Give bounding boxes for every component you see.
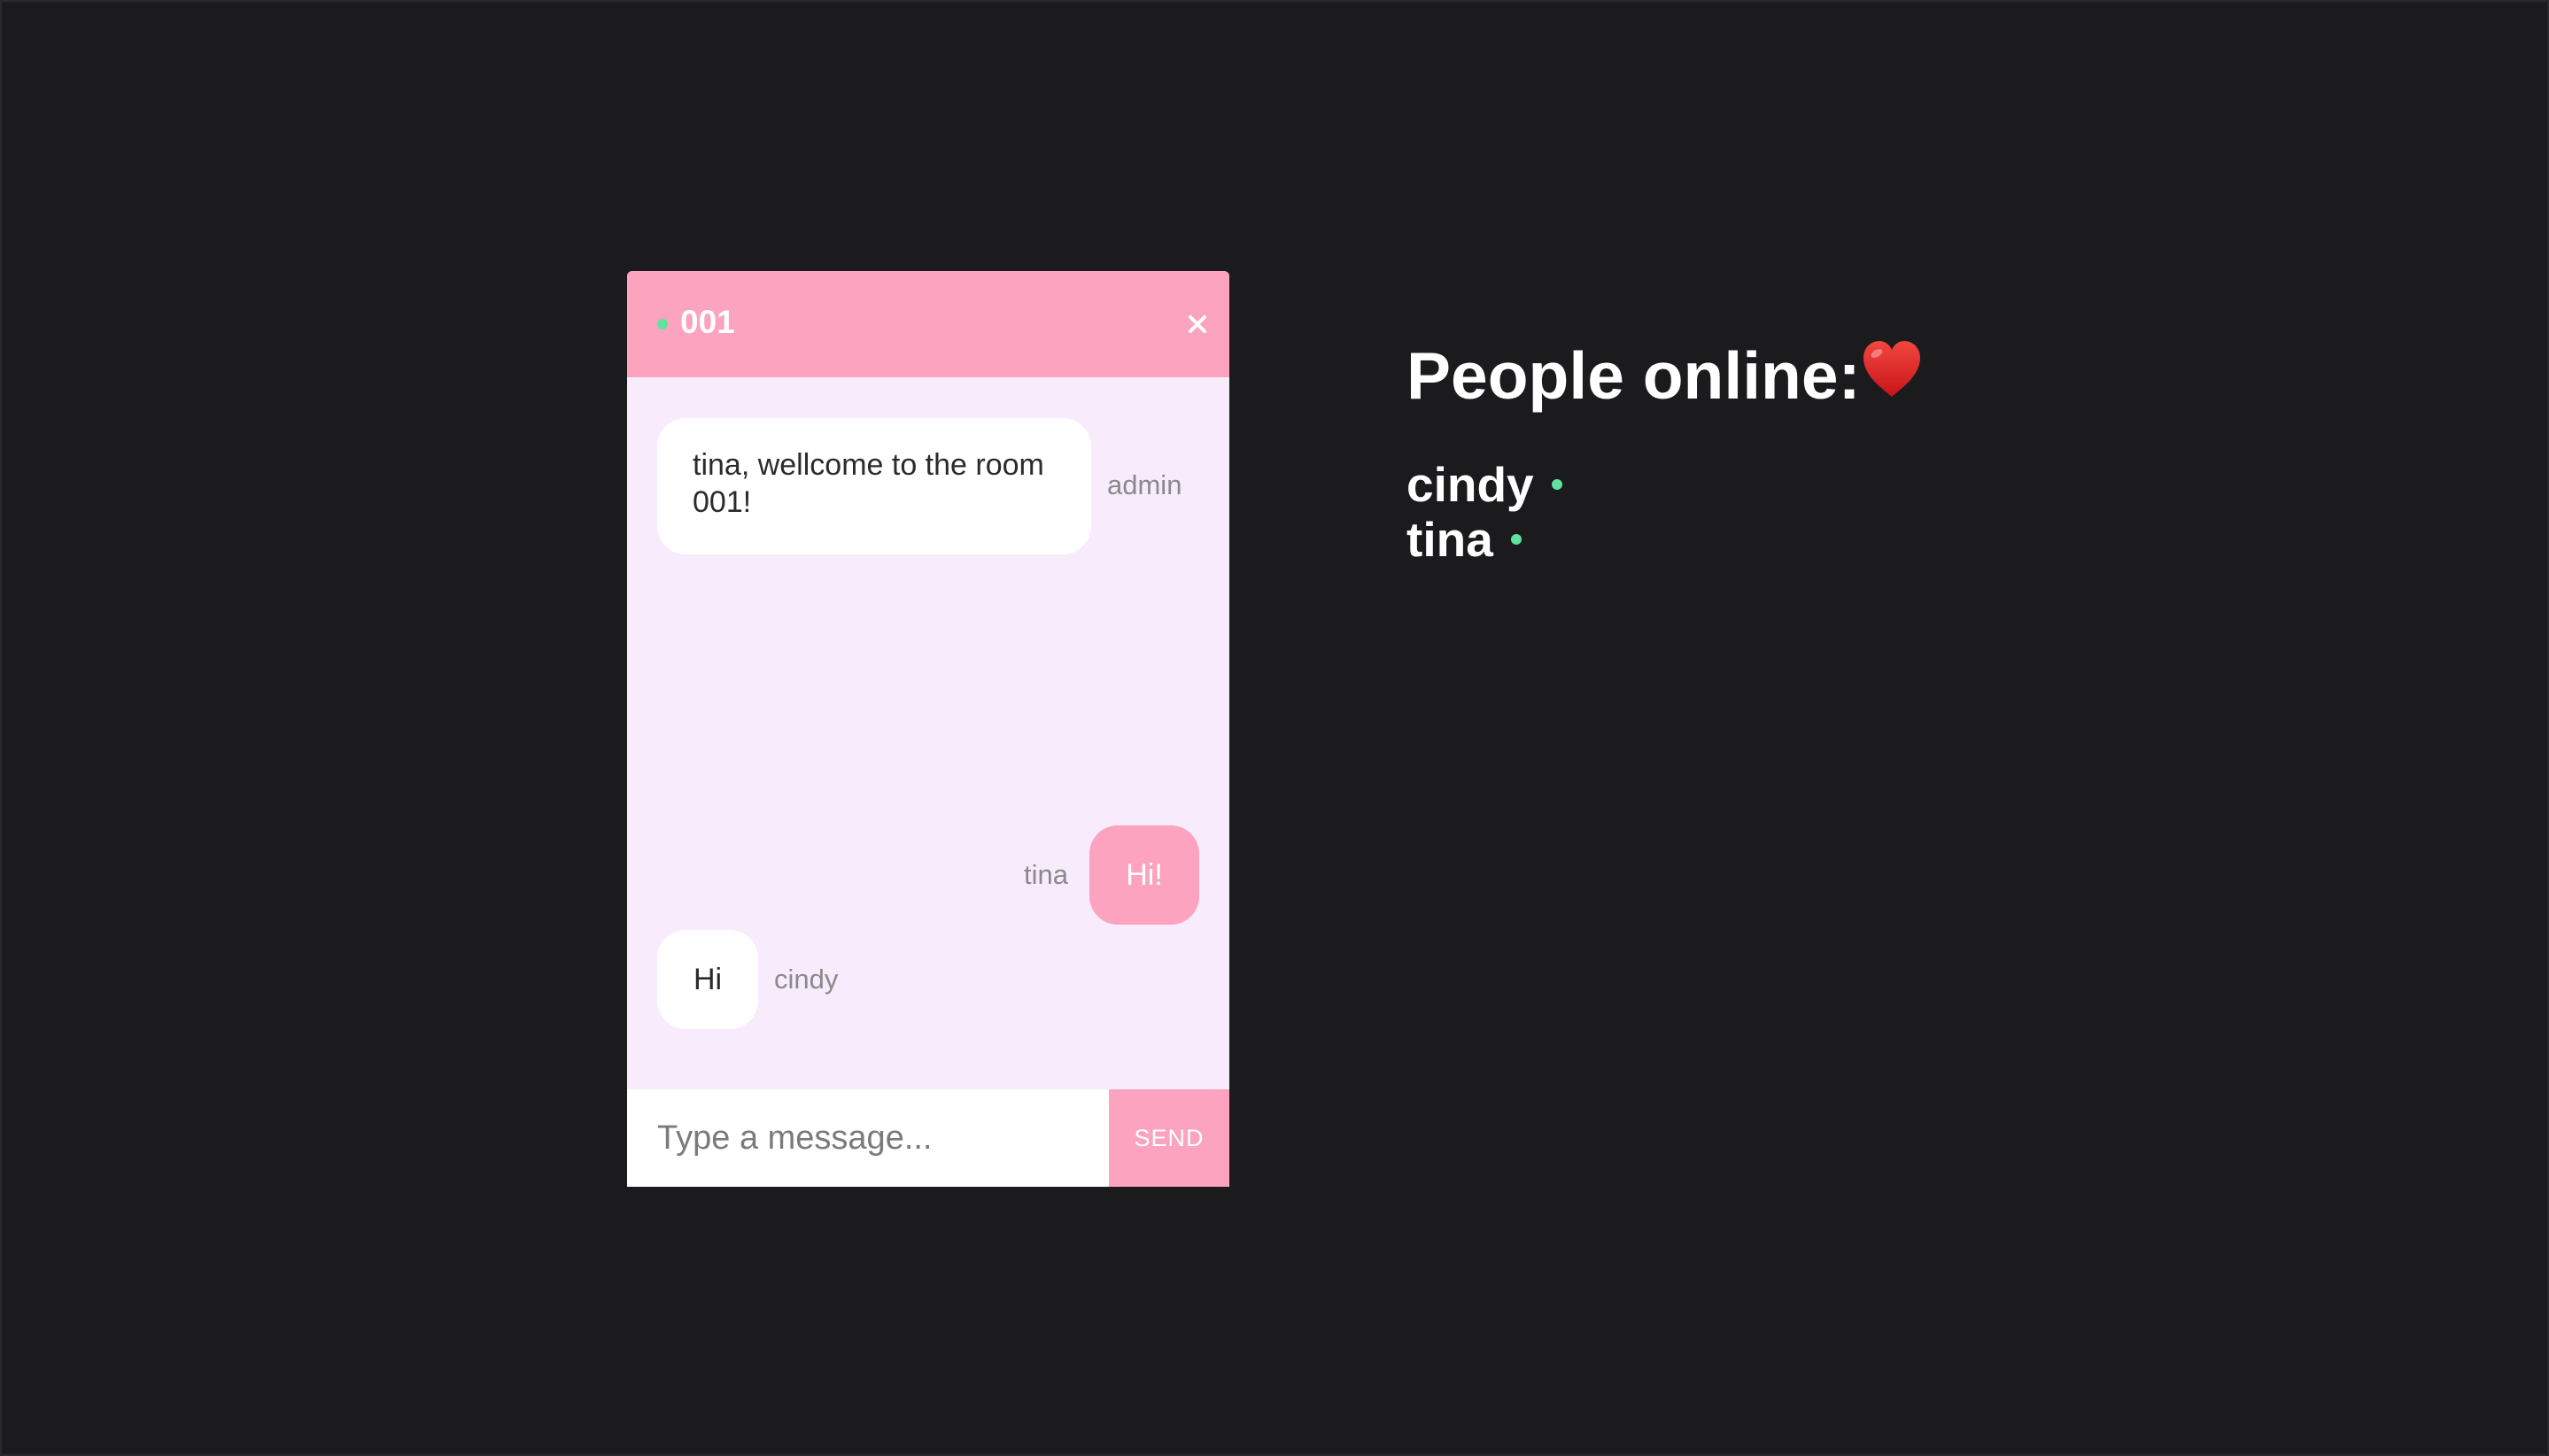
message-sender: admin <box>1107 469 1182 500</box>
online-status-dot <box>1551 479 1562 490</box>
message-bubble: Hi <box>657 930 758 1029</box>
message-input[interactable] <box>627 1089 1109 1187</box>
close-button[interactable] <box>1176 303 1219 345</box>
room-online-indicator <box>657 319 668 329</box>
message-sender: cindy <box>774 964 839 995</box>
message-sender: tina <box>1024 859 1068 890</box>
heart-icon <box>1863 341 1920 397</box>
online-user-list: cindy tina <box>1406 457 1562 567</box>
online-user-item: cindy <box>1406 457 1562 512</box>
online-user-name: cindy <box>1406 457 1534 512</box>
close-icon <box>1189 315 1206 333</box>
message-bubble: tina, wellcome to the room 001! <box>657 418 1091 554</box>
message-bubble-own: Hi! <box>1089 825 1199 925</box>
online-user-name: tina <box>1406 512 1493 567</box>
message-list: tina, wellcome to the room 001! admin ti… <box>627 377 1229 1095</box>
room-title: 001 <box>680 304 735 340</box>
chat-header: 001 <box>627 271 1229 377</box>
online-status-dot <box>1510 534 1522 545</box>
online-user-item: tina <box>1406 512 1562 567</box>
people-online-title: People online: <box>1406 338 1861 413</box>
app-frame <box>0 0 2549 1456</box>
chat-window: 001 tina, wellcome to the room 001! admi… <box>627 271 1229 1187</box>
message-composer: SEND <box>627 1089 1229 1187</box>
send-button[interactable]: SEND <box>1109 1089 1229 1187</box>
